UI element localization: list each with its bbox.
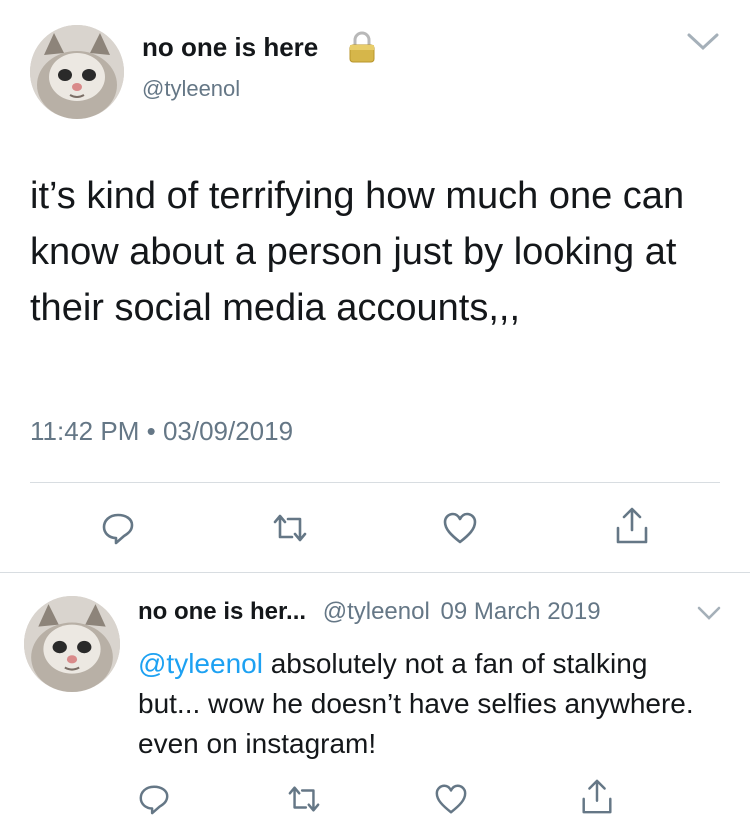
chevron-down-icon[interactable]	[696, 604, 722, 622]
reply-header: no one is her... @tyleenol 09 March 2019	[138, 598, 601, 626]
lock-icon	[347, 30, 377, 64]
display-name[interactable]: no one is here	[142, 32, 318, 63]
reply-icon[interactable]	[137, 782, 171, 816]
avatar[interactable]	[30, 25, 124, 119]
tweet-date: 09 March 2019	[440, 598, 601, 625]
tweet-date: 03/09/2019	[162, 416, 294, 446]
retweet-icon[interactable]	[285, 782, 323, 816]
tweet-time: 11:42 PM	[30, 416, 140, 446]
chevron-down-icon[interactable]	[686, 32, 720, 52]
reply-text: @tyleenol absolutely not a fan of stalki…	[138, 644, 698, 764]
display-name[interactable]: no one is her...	[138, 598, 306, 625]
like-icon[interactable]	[433, 782, 469, 816]
separator-dot: •	[146, 416, 156, 446]
tweet-timestamp: 11:42 PM • 03/09/2019	[30, 416, 293, 447]
tweet-text: it’s kind of terrifying how much one can…	[30, 175, 685, 329]
avatar[interactable]	[24, 596, 120, 692]
mention-link[interactable]: @tyleenol	[138, 648, 263, 679]
share-icon[interactable]	[578, 778, 616, 816]
reply-icon[interactable]	[100, 510, 136, 546]
username-handle[interactable]: @tyleenol	[323, 598, 430, 625]
username-handle[interactable]: @tyleenol	[142, 76, 240, 102]
divider	[30, 482, 720, 483]
section-divider	[0, 572, 750, 573]
share-icon[interactable]	[612, 506, 652, 546]
like-icon[interactable]	[441, 510, 479, 546]
retweet-icon[interactable]	[270, 510, 310, 546]
